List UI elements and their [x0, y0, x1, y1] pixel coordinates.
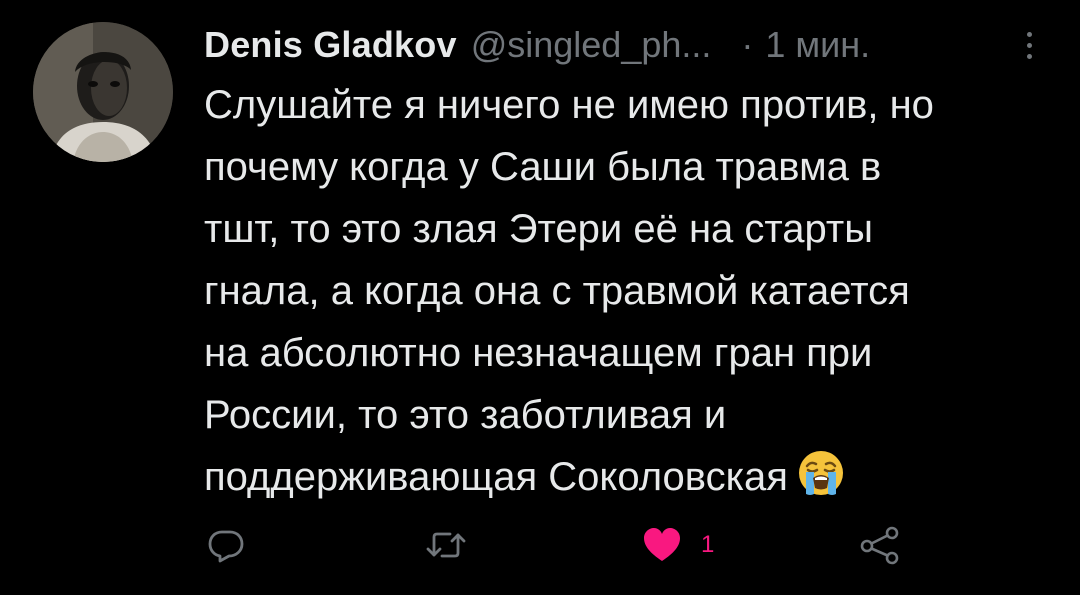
tweet-text-line: почему когда у Саши была травма в: [204, 145, 882, 189]
share-button[interactable]: [858, 520, 900, 570]
separator-dot: ·: [741, 24, 754, 65]
tweet-text-line: гнала, а когда она с травмой катается: [204, 269, 910, 313]
reply-button[interactable]: [206, 520, 246, 570]
tweet-text-line: тшт, то это злая Этери её на старты: [204, 207, 873, 251]
share-icon: [860, 526, 899, 565]
heart-icon: [644, 528, 680, 561]
tweet-text: Слушайте я ничего не имею против, но поч…: [204, 74, 1054, 508]
retweet-icon: [426, 532, 466, 558]
avatar-image: [33, 22, 173, 162]
display-name[interactable]: Denis Gladkov: [204, 24, 457, 66]
tweet-text-line-last: поддерживающая Соколовская: [204, 446, 1054, 508]
tweet-header: Denis Gladkov @singled_ph... · 1 мин.: [204, 20, 870, 70]
reply-icon: [208, 530, 244, 563]
tweet-text-line: Слушайте я ничего не имею против, но: [204, 83, 934, 127]
tweet-text-line: на абсолютно незначащем гран при: [204, 331, 873, 375]
more-options-icon[interactable]: [1018, 28, 1042, 64]
like-count: 1: [701, 531, 715, 558]
tweet-text-line: России, то это заботливая и: [204, 393, 727, 437]
user-handle[interactable]: @singled_ph...: [471, 24, 712, 66]
tweet[interactable]: Denis Gladkov @singled_ph... · 1 мин. Сл…: [0, 0, 1080, 595]
tweet-text-line: поддерживающая Соколовская: [204, 455, 788, 499]
tweet-actions: 1: [0, 520, 1080, 570]
timestamp[interactable]: 1 мин.: [765, 24, 870, 66]
loudly-crying-face-emoji-icon: [796, 448, 846, 498]
avatar[interactable]: [33, 22, 173, 162]
retweet-button[interactable]: [424, 520, 468, 570]
like-button[interactable]: 1: [641, 520, 714, 570]
